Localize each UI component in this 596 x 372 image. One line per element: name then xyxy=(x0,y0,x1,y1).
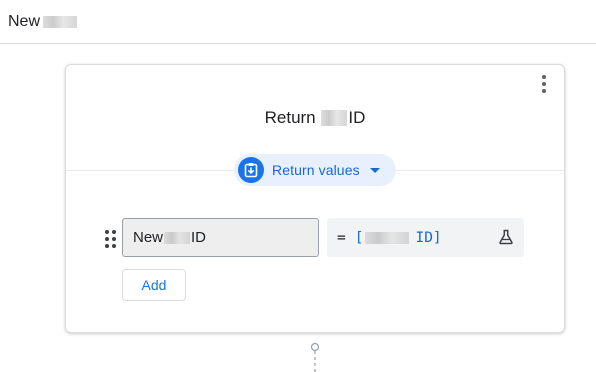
top-bar: New xyxy=(0,0,596,44)
redacted-text xyxy=(321,110,348,126)
return-step-card[interactable]: Return ID Return values New ID = [ ID] Ad… xyxy=(65,64,565,333)
step-connector xyxy=(310,342,320,372)
chevron-down-icon xyxy=(369,167,380,173)
page-title-text: New xyxy=(8,13,41,30)
add-button[interactable]: Add xyxy=(122,269,186,301)
redacted-text xyxy=(43,16,78,28)
drag-handle-icon[interactable] xyxy=(105,230,117,248)
value-id-text: ID] xyxy=(415,229,442,246)
value-open-bracket: [ xyxy=(354,229,364,246)
equals-sign: = xyxy=(337,229,346,246)
return-name-prefix: New xyxy=(133,229,164,246)
card-title-prefix: Return xyxy=(264,108,316,127)
return-values-label: Return values xyxy=(272,162,360,178)
more-options-icon[interactable] xyxy=(534,73,554,95)
page-title: New xyxy=(8,12,78,32)
redacted-text xyxy=(164,231,191,244)
flask-icon[interactable] xyxy=(498,229,514,245)
return-name-field[interactable]: New ID xyxy=(122,218,319,257)
return-name-suffix: ID xyxy=(191,229,207,246)
card-title: Return ID xyxy=(66,108,564,128)
return-values-icon xyxy=(238,157,264,183)
redacted-text xyxy=(365,231,410,244)
card-title-suffix: ID xyxy=(348,108,366,127)
return-value-field[interactable]: = [ ID] xyxy=(327,218,524,257)
return-values-chip[interactable]: Return values xyxy=(234,154,396,186)
